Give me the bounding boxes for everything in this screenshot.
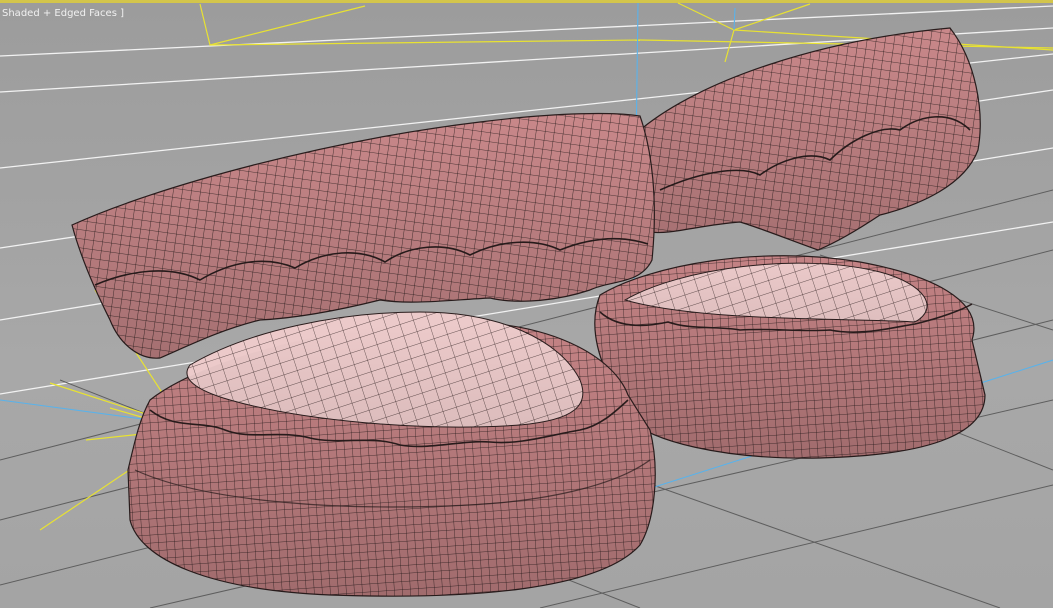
lower-jaw-back[interactable] <box>594 255 986 459</box>
upper-jaw-back[interactable] <box>636 27 981 251</box>
lower-jaw-front[interactable] <box>127 311 656 597</box>
viewport-scene[interactable] <box>0 0 1053 608</box>
perspective-viewport[interactable]: Shaded + Edged Faces ] <box>0 0 1053 608</box>
viewport-shading-label[interactable]: Shaded + Edged Faces ] <box>2 8 124 19</box>
